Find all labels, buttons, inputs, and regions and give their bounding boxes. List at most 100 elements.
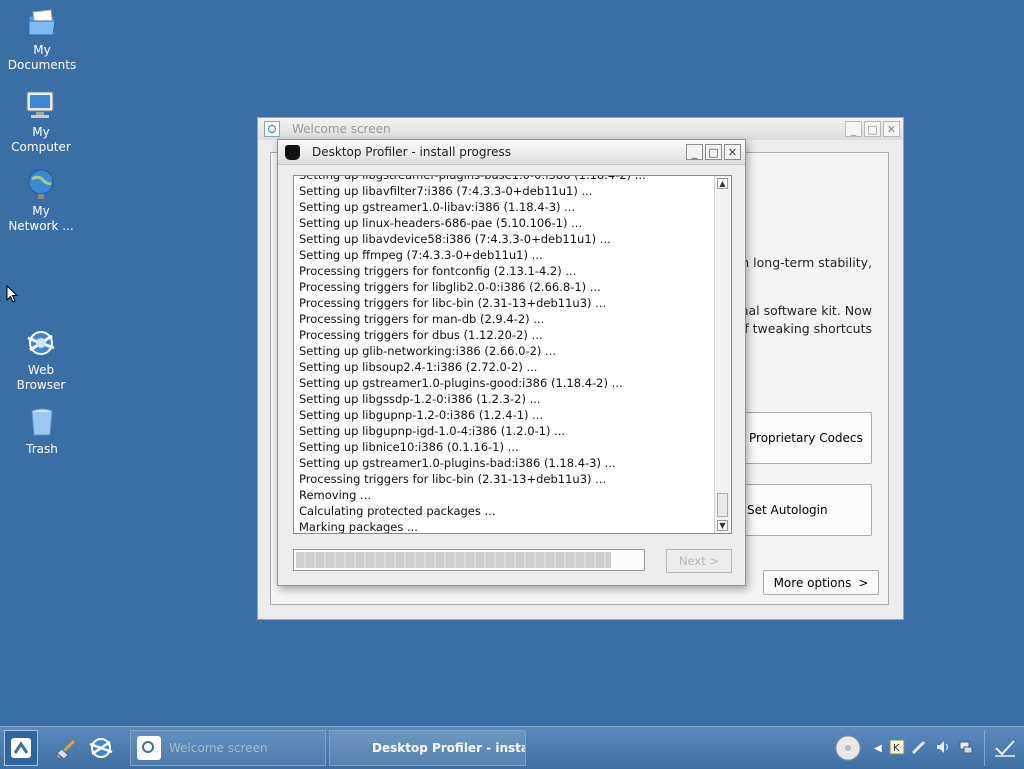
network-globe-icon	[24, 167, 58, 201]
log-line: Setting up libgssdp-1.2-0:i386 (1.2.3-2)…	[299, 392, 541, 406]
welcome-text-line: n long-term stability,	[741, 255, 872, 270]
welcome-text-line: mal software kit. Now	[736, 303, 872, 318]
desktop-icon-trash[interactable]: Trash	[2, 405, 82, 457]
check-icon	[994, 740, 1015, 757]
log-line: Setting up gstreamer1.0-libav:i386 (1.18…	[299, 200, 576, 214]
maximize-icon: □	[708, 145, 719, 159]
welcome-task-icon	[137, 736, 161, 760]
desktop-icon-label: Web	[27, 363, 55, 377]
tray-expand-arrow-icon[interactable]: ◀	[874, 730, 882, 766]
desktop-icon-my-network[interactable]: My Network ...	[1, 167, 81, 234]
next-label: Next >	[678, 554, 720, 568]
log-line: Removing ...	[299, 488, 371, 502]
log-line: Setting up libgupnp-1.2-0:i386 (1.2.4-1)…	[299, 408, 544, 422]
close-icon: ✕	[886, 122, 897, 136]
log-line: Marking packages ...	[299, 520, 418, 534]
svg-text:K: K	[893, 743, 900, 754]
close-icon: ✕	[727, 145, 738, 159]
computer-icon	[24, 88, 58, 122]
log-line: Processing triggers for fontconfig (2.13…	[299, 264, 577, 278]
quicklaunch-clean-icon[interactable]	[52, 730, 82, 766]
desktop-icon-web-browser[interactable]: Web Browser	[1, 326, 81, 393]
install-log-lines: Setting up libgstreamer-plugins-base1.0-…	[299, 175, 713, 534]
taskbar-task-label: Desktop Profiler - install p	[372, 741, 525, 755]
desktop-icon-label: Documents	[7, 58, 77, 72]
log-line: Processing triggers for libc-bin (2.31-1…	[299, 296, 607, 310]
more-options-button[interactable]: More options >	[763, 570, 879, 595]
scroll-up-icon[interactable]: ▲	[717, 178, 728, 189]
desktop-icon-label: Computer	[11, 140, 71, 154]
desktop-icon-my-computer[interactable]: My Computer	[1, 88, 81, 155]
install-progress-bar	[293, 549, 645, 571]
log-line: Setting up gstreamer1.0-plugins-bad:i386…	[299, 456, 616, 470]
profiler-titlebar[interactable]: Desktop Profiler - install progress _ □ …	[278, 140, 745, 165]
folder-icon	[25, 6, 59, 40]
browser-icon	[24, 326, 58, 360]
install-progress-fill	[296, 552, 611, 568]
close-button[interactable]: ✕	[883, 121, 900, 137]
welcome-text-line: of tweaking shortcuts	[736, 321, 872, 336]
mouse-cursor-icon	[6, 284, 19, 306]
desktop-icon-label: My	[32, 125, 50, 139]
log-line: Setting up libavdevice58:i386 (7:4.3.3-0…	[299, 232, 611, 246]
chevron-right-icon: >	[858, 575, 869, 590]
desktop-profiler-dialog: Desktop Profiler - install progress _ □ …	[277, 139, 746, 586]
log-line: Setting up libgstreamer-plugins-base1.0-…	[299, 175, 646, 182]
welcome-window-titlebar[interactable]: Welcome screen _ □ ✕	[258, 118, 903, 140]
network-tray-icon[interactable]	[958, 739, 974, 755]
taskbar: Welcome screen Desktop Profiler - instal…	[0, 726, 1024, 769]
desktop-icon-my-documents[interactable]: My Documents	[2, 6, 82, 73]
desktop-icon-label: Network ...	[8, 219, 74, 233]
proprietary-codecs-label: Proprietary Codecs	[749, 431, 863, 445]
desktop-icon-label: Browser	[16, 378, 66, 392]
show-desktop-button[interactable]	[984, 730, 1024, 766]
log-scrollbar[interactable]: ▲ ▼	[714, 176, 731, 533]
desktop-icon-label: My	[32, 204, 50, 218]
next-button[interactable]: Next >	[666, 549, 732, 573]
taskbar-task-label: Welcome screen	[169, 741, 268, 755]
log-line: Setting up libgupnp-igd-1.0-4:i386 (1.2.…	[299, 424, 566, 438]
quicklaunch-browser-icon[interactable]	[86, 730, 116, 766]
app-logo-icon	[264, 121, 280, 137]
taskbar-task-welcome[interactable]: Welcome screen	[130, 730, 326, 766]
log-line: Setting up libavfilter7:i386 (7:4.3.3-0+…	[299, 184, 593, 198]
minimize-button[interactable]: _	[845, 121, 862, 137]
proprietary-codecs-button[interactable]: Proprietary Codecs	[740, 412, 872, 464]
welcome-window-title: Welcome screen	[292, 122, 391, 136]
set-autologin-button[interactable]: Set Autologin	[740, 484, 872, 536]
install-log[interactable]: Setting up libgstreamer-plugins-base1.0-…	[293, 175, 732, 534]
desktop-icon-label: Trash	[26, 442, 58, 456]
set-autologin-label: Set Autologin	[747, 503, 828, 517]
start-button[interactable]	[4, 730, 38, 766]
scroll-down-icon[interactable]: ▼	[717, 520, 728, 531]
profiler-app-icon	[285, 144, 300, 160]
maximize-button[interactable]: □	[864, 121, 881, 137]
profiler-title: Desktop Profiler - install progress	[312, 145, 512, 159]
start-menu-icon	[11, 738, 31, 758]
log-line: Setting up linux-headers-686-pae (5.10.1…	[299, 216, 583, 230]
log-line: Setting up glib-networking:i386 (2.66.0-…	[299, 344, 557, 358]
maximize-button[interactable]: □	[705, 144, 722, 160]
minimize-icon: _	[850, 122, 857, 136]
volume-icon[interactable]	[935, 739, 951, 755]
close-button[interactable]: ✕	[724, 144, 741, 160]
cd-drive-icon[interactable]	[833, 730, 863, 766]
log-line: Processing triggers for man-db (2.9.4-2)…	[299, 312, 545, 326]
log-line: Setting up libnice10:i386 (0.1.16-1) ...	[299, 440, 519, 454]
log-line: Processing triggers for libglib2.0-0:i38…	[299, 280, 601, 294]
scrollbar-thumb[interactable]	[717, 493, 728, 517]
minimize-button[interactable]: _	[686, 144, 703, 160]
maximize-icon: □	[867, 122, 878, 136]
log-line: Processing triggers for dbus (1.12.20-2)…	[299, 328, 543, 342]
log-line: Setting up ffmpeg (7:4.3.3-0+deb11u1) ..…	[299, 248, 543, 262]
log-line: Calculating protected packages ...	[299, 504, 496, 518]
taskbar-task-profiler[interactable]: Desktop Profiler - install p	[329, 730, 526, 766]
keyboard-layout-icon[interactable]: K	[889, 739, 905, 755]
trash-icon	[25, 405, 59, 439]
desktop-icon-label: My	[33, 43, 51, 57]
log-line: Setting up libsoup2.4-1:i386 (2.72.0-2) …	[299, 360, 538, 374]
clean-tray-icon[interactable]	[911, 739, 927, 755]
more-options-label: More options	[773, 575, 852, 590]
minimize-icon: _	[691, 145, 698, 159]
log-line: Processing triggers for libc-bin (2.31-1…	[299, 472, 607, 486]
